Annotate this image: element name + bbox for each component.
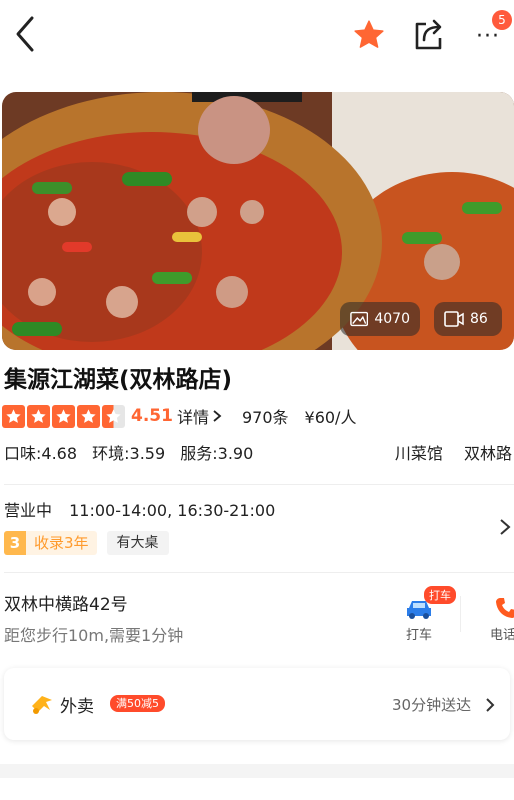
divider — [4, 572, 514, 573]
delivery-time: 30分钟送达 — [392, 696, 472, 714]
more-dots-icon: ··· — [476, 24, 500, 49]
shop-name: 集源江湖菜(双林路店) — [4, 367, 233, 393]
service-score: 服务:3.90 — [180, 444, 254, 463]
shop-category[interactable]: 川菜馆 — [395, 444, 443, 463]
delivery-promo-badge: 满50减5 — [110, 695, 165, 712]
star-icon — [354, 20, 384, 48]
star-half-icon — [102, 404, 125, 428]
shop-area[interactable]: 双林路 — [464, 444, 512, 463]
review-count[interactable]: 970条 — [242, 404, 289, 428]
back-button[interactable] — [10, 14, 42, 54]
walking-distance: 距您步行10m,需要1分钟 — [4, 626, 184, 645]
star-filled-icon — [77, 404, 100, 428]
photo-count: 4070 — [374, 311, 410, 327]
detail-label: 详情 — [176, 408, 209, 427]
divider — [460, 596, 461, 632]
price-per-person: ¥60/人 — [304, 408, 357, 427]
divider — [4, 484, 514, 485]
taxi-badge: 打车 — [424, 586, 456, 604]
open-status: 营业中 — [4, 501, 53, 520]
taste-score: 口味:4.68 — [4, 444, 78, 463]
more-button[interactable]: ··· 5 — [472, 10, 512, 54]
taxi-label: 打车 — [406, 628, 433, 643]
star-filled-icon — [2, 404, 25, 428]
rating-score: 4.51 — [131, 406, 173, 426]
chevron-right-icon — [486, 698, 495, 712]
delivery-rider-icon — [32, 696, 52, 714]
shop-address[interactable]: 双林中横路42号 — [4, 590, 128, 615]
delivery-card[interactable]: 外卖 满50减5 30分钟送达 — [4, 668, 510, 740]
video-count: 86 — [470, 311, 488, 327]
phone-label: 电话 — [490, 628, 514, 643]
taxi-button[interactable]: 打车 打车 — [396, 586, 456, 646]
sub-scores-row: 口味:4.68 环境:3.59 服务:3.90 川菜馆 双林路 — [4, 440, 514, 464]
rating-stars — [2, 404, 125, 428]
rating-detail-link[interactable]: 详情 — [177, 404, 222, 428]
environment-score: 环境:3.59 — [92, 444, 166, 463]
feature-tag: 有大桌 — [106, 531, 169, 555]
business-hours[interactable]: 营业中 11:00-14:00, 16:30-21:00 — [4, 497, 275, 521]
chevron-right-icon[interactable] — [498, 517, 512, 537]
hours-time: 11:00-14:00, 16:30-21:00 — [69, 501, 276, 520]
notification-badge: 5 — [492, 10, 512, 30]
top-bar: ··· 5 — [0, 0, 514, 72]
rating-row: 4.51 详情 970条 ¥60/人 — [2, 402, 356, 430]
favorite-button[interactable] — [352, 18, 386, 52]
phone-icon — [496, 598, 514, 618]
shop-tags: 3 收录3年 有大桌 — [4, 531, 169, 555]
listed-years-number: 3 — [4, 531, 26, 555]
delivery-label: 外卖 — [60, 697, 94, 717]
phone-button[interactable]: 电话 — [482, 588, 514, 646]
star-filled-icon — [52, 404, 75, 428]
listed-years-tag: 3 收录3年 — [4, 531, 97, 555]
section-separator — [0, 764, 514, 778]
star-filled-icon — [27, 404, 50, 428]
share-icon — [415, 19, 442, 50]
shop-detail-page: ··· 5 4070 86 集源江湖菜(双林路店) 4.51 详情 970条 ¥… — [0, 0, 514, 800]
video-count-pill[interactable]: 86 — [434, 302, 502, 336]
image-icon — [350, 311, 369, 327]
listed-years-text: 收录3年 — [34, 534, 89, 552]
chevron-left-icon — [16, 16, 34, 52]
video-icon — [444, 311, 464, 327]
photo-count-pill[interactable]: 4070 — [340, 302, 420, 336]
share-button[interactable] — [412, 16, 446, 52]
chevron-right-icon — [213, 410, 222, 422]
